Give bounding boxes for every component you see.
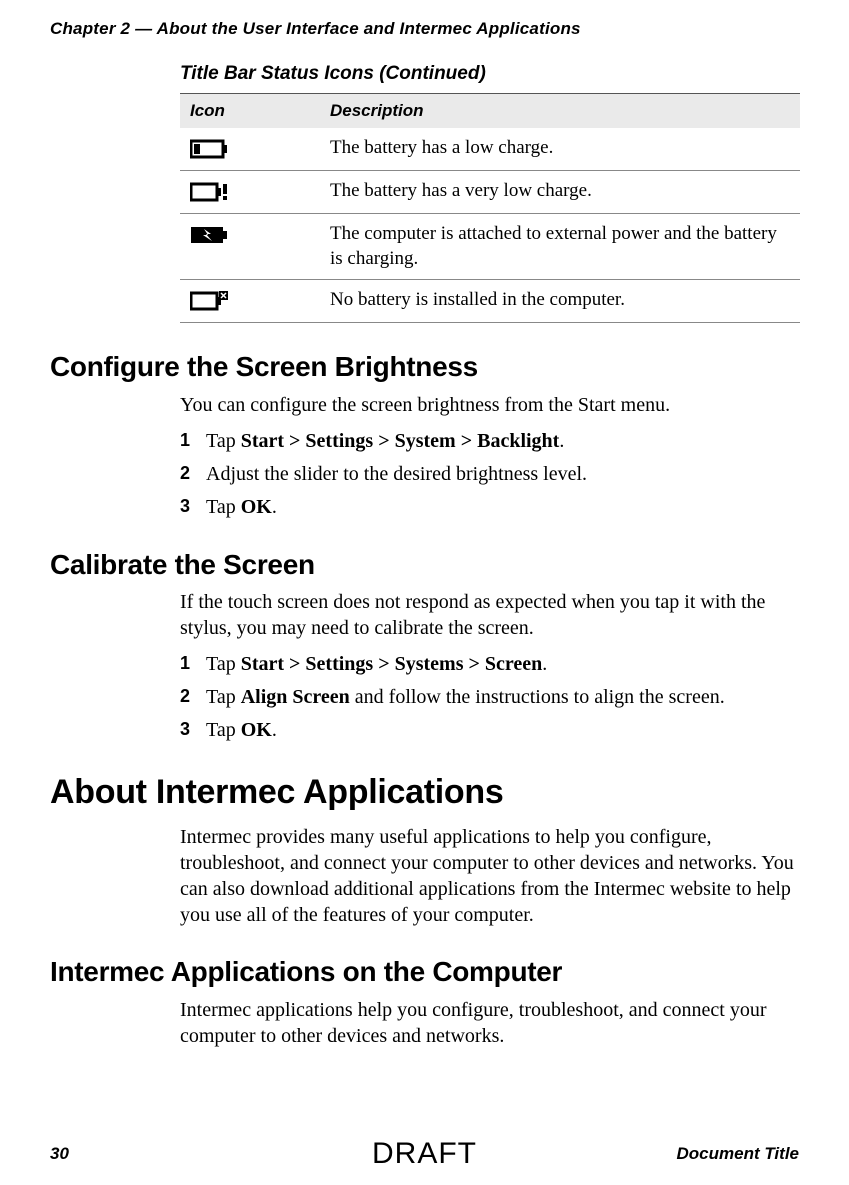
step-num: 1 [180, 651, 190, 675]
draft-watermark: DRAFT [0, 1134, 849, 1173]
table-row: No battery is installed in the computer. [180, 280, 800, 323]
step-text: Tap [206, 496, 241, 518]
page: Chapter 2 — About the User Interface and… [0, 0, 849, 1185]
heading-apps-on-computer: Intermec Applications on the Computer [50, 954, 799, 990]
step-bold: OK [241, 496, 272, 518]
steps-brightness: 1 Tap Start > Settings > System > Backli… [180, 428, 799, 521]
heading-configure-brightness: Configure the Screen Brightness [50, 349, 799, 385]
intro-calibrate: If the touch screen does not respond as … [180, 589, 799, 641]
running-header: Chapter 2 — About the User Interface and… [50, 18, 799, 40]
row-desc: The battery has a very low charge. [320, 170, 800, 213]
step-text: Tap [206, 719, 241, 741]
step-text: . [559, 430, 564, 452]
step-1: 1 Tap Start > Settings > System > Backli… [180, 428, 799, 455]
step-num: 2 [180, 684, 190, 708]
table-row: The computer is attached to external pow… [180, 213, 800, 279]
step-text: Tap [206, 686, 241, 708]
step-num: 2 [180, 461, 190, 485]
step-1: 1 Tap Start > Settings > Systems > Scree… [180, 651, 799, 678]
step-text: Adjust the slider to the desired brightn… [206, 463, 587, 485]
row-desc: The computer is attached to external pow… [320, 213, 800, 279]
step-3: 3 Tap OK. [180, 494, 799, 521]
step-bold: OK [241, 719, 272, 741]
battery-charging-icon [180, 213, 320, 279]
step-bold: Start > Settings > Systems > Screen [241, 653, 543, 675]
step-num: 3 [180, 494, 190, 518]
heading-about-intermec-apps: About Intermec Applications [50, 770, 799, 814]
step-text: and follow the instructions to align the… [350, 686, 725, 708]
col-header-icon: Icon [180, 93, 320, 128]
step-bold: Align Screen [241, 686, 350, 708]
col-header-description: Description [320, 93, 800, 128]
row-desc: The battery has a low charge. [320, 128, 800, 171]
row-desc: No battery is installed in the computer. [320, 280, 800, 323]
step-num: 1 [180, 428, 190, 452]
table-row: The battery has a very low charge. [180, 170, 800, 213]
body-apps-on-computer: Intermec applications help you configure… [180, 997, 799, 1049]
step-text: Tap [206, 430, 241, 452]
step-num: 3 [180, 717, 190, 741]
step-2: 2 Tap Align Screen and follow the instru… [180, 684, 799, 711]
step-text: Tap [206, 653, 241, 675]
step-text: . [272, 719, 277, 741]
status-icons-table: Icon Description The battery has a low c… [180, 93, 800, 323]
table-title: Title Bar Status Icons (Continued) [180, 62, 799, 87]
battery-very-low-icon [180, 170, 320, 213]
battery-low-icon [180, 128, 320, 171]
intro-brightness: You can configure the screen brightness … [180, 392, 799, 418]
step-2: 2 Adjust the slider to the desired brigh… [180, 461, 799, 488]
step-text: . [542, 653, 547, 675]
step-3: 3 Tap OK. [180, 717, 799, 744]
steps-calibrate: 1 Tap Start > Settings > Systems > Scree… [180, 651, 799, 744]
step-text: . [272, 496, 277, 518]
heading-calibrate: Calibrate the Screen [50, 547, 799, 583]
battery-missing-icon [180, 280, 320, 323]
body-about-apps: Intermec provides many useful applicatio… [180, 824, 799, 928]
table-row: The battery has a low charge. [180, 128, 800, 171]
step-bold: Start > Settings > System > Backlight [241, 430, 560, 452]
